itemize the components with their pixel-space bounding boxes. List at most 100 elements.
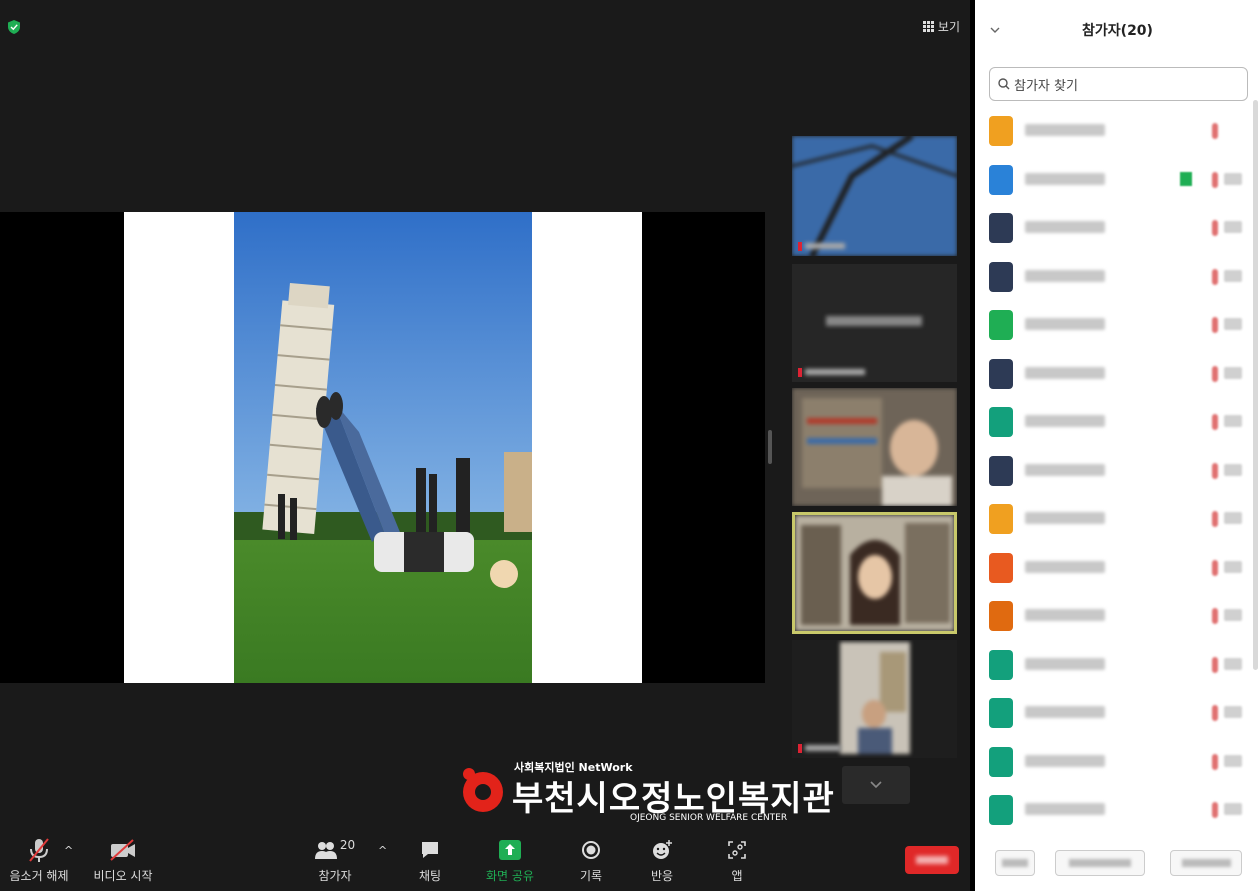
shield-icon[interactable] [8, 20, 20, 34]
mic-muted-icon [1212, 656, 1218, 673]
participants-options-caret[interactable]: ^ [378, 844, 387, 857]
video-off-icon [1224, 463, 1242, 476]
shared-slide [124, 212, 642, 683]
video-off-icon [1224, 415, 1242, 427]
mic-muted-icon [1212, 802, 1218, 818]
participant-row[interactable] [975, 399, 1250, 445]
participant-row[interactable] [975, 108, 1250, 154]
mic-muted-icon [1212, 220, 1218, 236]
participant-name [1025, 221, 1105, 233]
participant-row[interactable] [975, 642, 1250, 688]
participant-name-tag [798, 742, 841, 754]
start-video-button[interactable]: 비디오 시작 [88, 836, 158, 884]
participants-button[interactable]: 20 참가자 [300, 836, 370, 884]
participant-row[interactable] [975, 593, 1250, 639]
participant-row[interactable] [975, 302, 1250, 348]
video-feed [795, 515, 954, 631]
video-off-icon [1224, 221, 1242, 233]
video-tile[interactable] [792, 388, 957, 506]
video-feed [792, 388, 957, 506]
participant-row[interactable] [975, 545, 1250, 591]
gallery-next-page[interactable] [842, 766, 910, 804]
video-tile[interactable] [792, 136, 957, 256]
participant-name [1025, 172, 1105, 185]
reactions-button[interactable]: 반응 [627, 836, 697, 884]
video-off-icon [1224, 172, 1242, 185]
apps-label: 앱 [731, 869, 743, 883]
chat-label: 채팅 [418, 869, 442, 883]
leaning-tower-photo [234, 212, 532, 683]
participant-name [1025, 512, 1105, 524]
participant-name [1025, 706, 1105, 718]
mic-muted-icon [1212, 462, 1218, 479]
participant-row[interactable] [975, 205, 1250, 251]
chat-button[interactable]: 채팅 [395, 836, 465, 884]
mic-muted-icon [1212, 123, 1218, 139]
search-placeholder: 참가자 찾기 [1014, 78, 1078, 94]
org-logo [463, 768, 503, 812]
meeting-toolbar: 음소거 해제 ^ 비디오 시작 20 참가자 ^ 채팅 화면 공유 기록 반응 … [0, 830, 970, 891]
audio-options-caret[interactable]: ^ [64, 844, 73, 857]
video-tile[interactable] [792, 640, 957, 758]
video-gallery [790, 136, 960, 816]
participants-icon [314, 842, 337, 859]
end-meeting-button[interactable] [905, 846, 959, 874]
avatar [989, 407, 1013, 437]
mic-muted-icon [1212, 317, 1218, 333]
mic-muted-icon [1212, 608, 1218, 624]
avatar [989, 213, 1013, 243]
video-off-icon [1224, 609, 1242, 621]
mic-muted-icon [1212, 559, 1218, 576]
panel-footer [975, 846, 1260, 880]
participant-list-scrollbar[interactable] [1253, 100, 1258, 670]
participant-row[interactable] [975, 739, 1250, 785]
gallery-collapse-handle[interactable] [768, 430, 772, 464]
apps-button[interactable]: 앱 [702, 836, 772, 884]
mic-muted-icon [1212, 753, 1218, 770]
share-screen-button[interactable]: 화면 공유 [475, 836, 545, 884]
active-speaker-tile[interactable] [792, 512, 957, 634]
mic-muted-icon [798, 367, 802, 377]
panel-header: 참가자(20) [975, 0, 1260, 60]
avatar [989, 746, 1013, 777]
more-options-button[interactable] [1170, 850, 1242, 876]
video-off-icon [1224, 754, 1242, 767]
reaction-icon [653, 840, 672, 859]
participant-row[interactable] [975, 351, 1250, 397]
participant-row[interactable] [975, 448, 1250, 494]
mic-muted-icon [29, 838, 49, 862]
invite-button[interactable] [995, 850, 1035, 876]
participant-row[interactable] [975, 254, 1250, 300]
participant-row[interactable] [975, 496, 1250, 542]
avatar [989, 261, 1013, 292]
record-button[interactable]: 기록 [556, 836, 626, 884]
mute-all-button[interactable] [1055, 850, 1145, 876]
view-button[interactable]: 보기 [922, 18, 960, 35]
video-off-icon [1224, 657, 1242, 670]
video-off-icon [1224, 269, 1242, 282]
chat-icon [422, 842, 438, 858]
participants-panel: 참가자(20) 참가자 찾기 [975, 0, 1260, 891]
unmute-label: 음소거 해제 [9, 869, 69, 883]
share-screen-icon [499, 840, 521, 860]
avatar [989, 504, 1013, 534]
avatar [989, 649, 1013, 680]
video-tile[interactable] [792, 264, 957, 382]
chevron-down-icon [870, 781, 882, 789]
video-feed [792, 136, 957, 256]
participant-name-tag [798, 240, 845, 252]
record-label: 기록 [579, 869, 603, 883]
mic-muted-icon [798, 743, 802, 753]
participant-row[interactable] [975, 157, 1250, 203]
participant-search-field[interactable]: 참가자 찾기 [989, 67, 1248, 101]
participant-row[interactable] [975, 787, 1250, 833]
participant-row[interactable] [975, 690, 1250, 736]
video-off-icon [1224, 803, 1242, 815]
participant-name [1025, 803, 1105, 815]
start-video-label: 비디오 시작 [93, 869, 153, 883]
participant-name [1025, 463, 1105, 476]
org-watermark: 사회복지법인 NetWork 부천시오정노인복지관 OJEONG SENIOR … [458, 755, 834, 827]
video-off-icon [1224, 512, 1242, 524]
mic-muted-icon [1212, 705, 1218, 721]
shared-photo [234, 212, 532, 683]
